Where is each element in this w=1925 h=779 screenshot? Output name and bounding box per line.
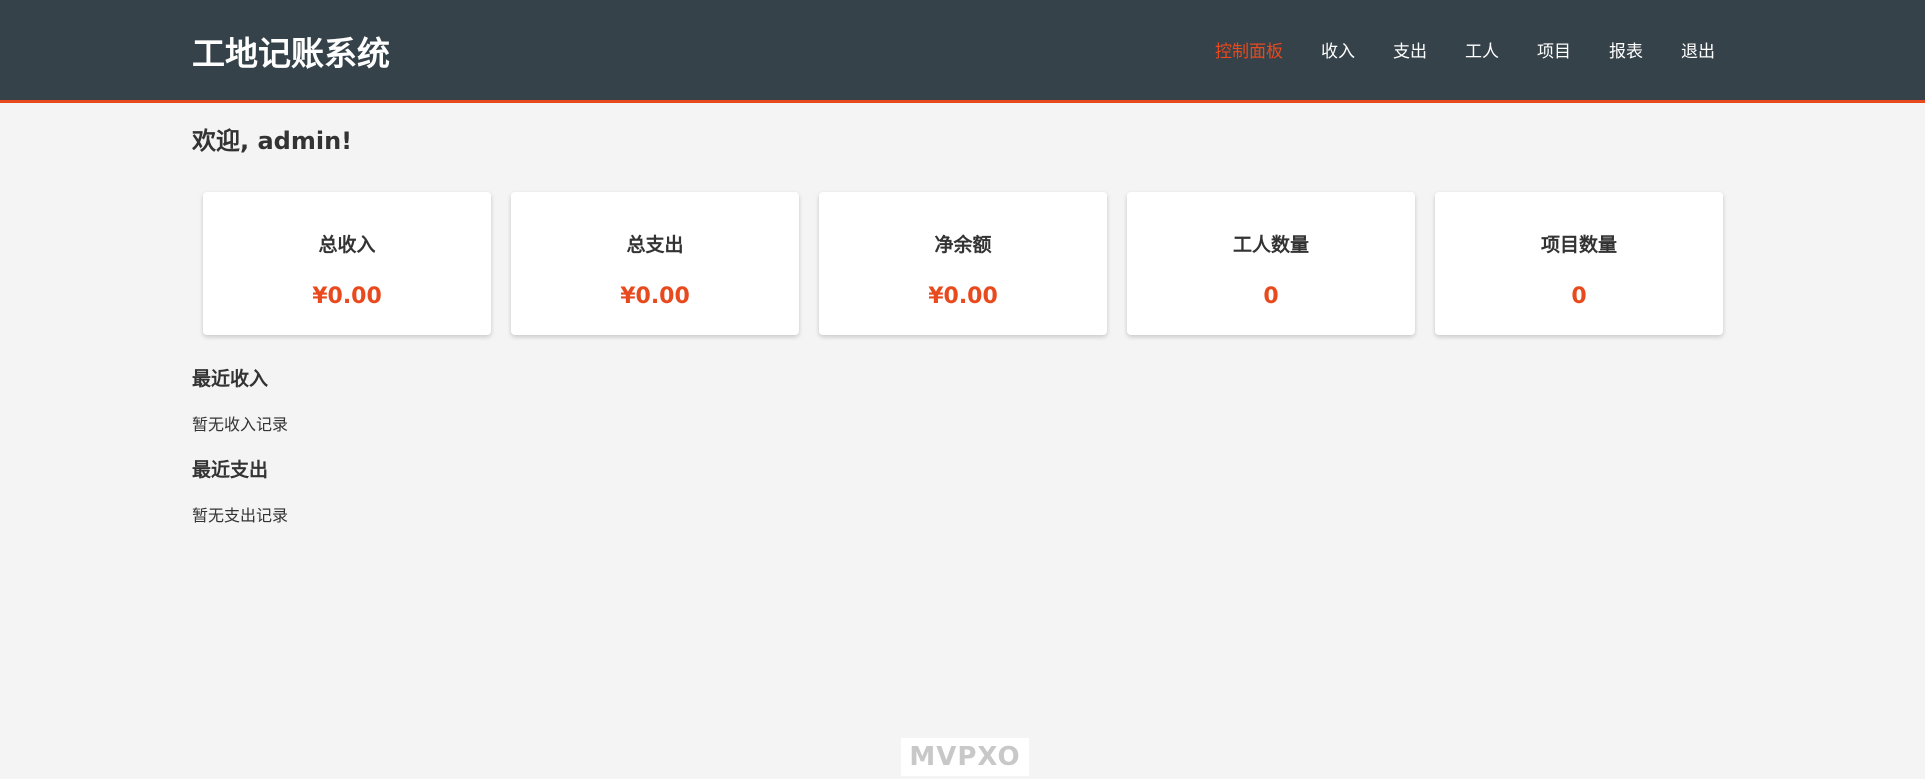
- stat-value: ¥0.00: [312, 284, 382, 309]
- stat-value: 0: [1571, 284, 1587, 309]
- nav-item-logout[interactable]: 退出: [1681, 40, 1715, 64]
- nav-item-workers[interactable]: 工人: [1465, 40, 1499, 64]
- stat-label: 总支出: [626, 234, 684, 256]
- stat-card-total-income: 总收入 ¥0.00: [203, 192, 491, 335]
- nav-item-expense[interactable]: 支出: [1393, 40, 1427, 64]
- stat-label: 总收入: [318, 234, 376, 256]
- stat-card-worker-count: 工人数量 0: [1127, 192, 1415, 335]
- main-nav: 控制面板 收入 支出 工人 项目 报表 退出: [1177, 40, 1715, 64]
- stat-label: 净余额: [934, 234, 992, 256]
- nav-item-dashboard[interactable]: 控制面板: [1215, 40, 1283, 64]
- nav-item-reports[interactable]: 报表: [1609, 40, 1643, 64]
- nav-item-projects[interactable]: 项目: [1537, 40, 1571, 64]
- stat-card-total-expense: 总支出 ¥0.00: [511, 192, 799, 335]
- recent-expense-title: 最近支出: [192, 459, 269, 481]
- app-title: 工地记账系统: [192, 34, 390, 73]
- nav-item-income[interactable]: 收入: [1321, 40, 1355, 64]
- stat-value: ¥0.00: [928, 284, 998, 309]
- stat-value: 0: [1263, 284, 1279, 309]
- recent-income-empty: 暂无收入记录: [192, 415, 289, 434]
- stat-value: ¥0.00: [620, 284, 690, 309]
- header: 工地记账系统 控制面板 收入 支出 工人 项目 报表 退出: [0, 0, 1925, 103]
- stat-label: 工人数量: [1232, 234, 1309, 256]
- watermark-logo: MVPXO: [901, 738, 1029, 776]
- stat-card-project-count: 项目数量 0: [1435, 192, 1723, 335]
- welcome-heading: 欢迎, admin!: [192, 127, 353, 155]
- recent-expense-empty: 暂无支出记录: [192, 506, 289, 525]
- stat-label: 项目数量: [1540, 234, 1617, 256]
- stats-cards: 总收入 ¥0.00 总支出 ¥0.00 净余额 ¥0.00 工人数量 0 项目数…: [203, 192, 1723, 335]
- stat-card-net-balance: 净余额 ¥0.00: [819, 192, 1107, 335]
- recent-income-title: 最近收入: [192, 368, 269, 390]
